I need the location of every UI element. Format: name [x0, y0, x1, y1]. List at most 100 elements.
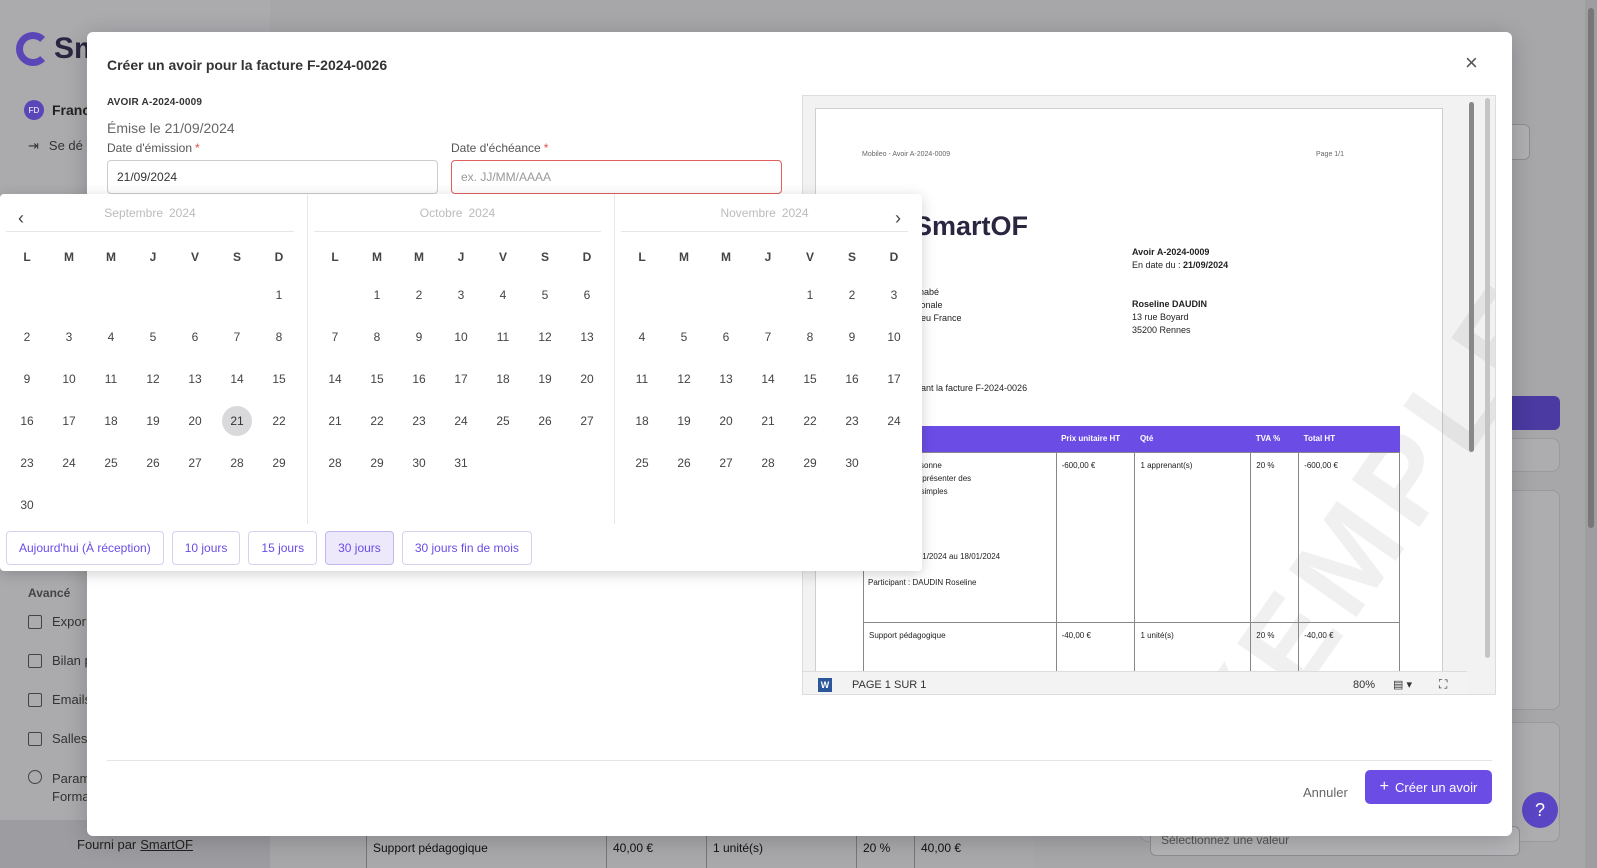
logout-link[interactable]: ⇥ Se dé	[28, 138, 83, 154]
calendar-day[interactable]: 27	[705, 442, 747, 484]
zoom-level[interactable]: 80%	[1353, 679, 1375, 691]
sidebar-item-salles[interactable]: Salles	[28, 731, 87, 746]
calendar-day[interactable]: 7	[747, 316, 789, 358]
calendar-day[interactable]: 29	[356, 442, 398, 484]
calendar-day[interactable]: 7	[216, 316, 258, 358]
calendar-day[interactable]: 4	[90, 316, 132, 358]
calendar-day[interactable]: 22	[789, 400, 831, 442]
calendar-day[interactable]: 26	[524, 400, 566, 442]
calendar-day[interactable]: 31	[440, 442, 482, 484]
preset-button[interactable]: 15 jours	[248, 531, 318, 565]
calendar-day[interactable]: 7	[314, 316, 356, 358]
calendar-day[interactable]: 6	[174, 316, 216, 358]
calendar-day[interactable]: 10	[873, 316, 915, 358]
calendar-day[interactable]: 26	[663, 442, 705, 484]
calendar-day[interactable]: 26	[132, 442, 174, 484]
calendar-day[interactable]: 11	[621, 358, 663, 400]
calendar-day[interactable]: 3	[48, 316, 90, 358]
calendar-day[interactable]: 23	[831, 400, 873, 442]
calendar-day[interactable]: 17	[440, 358, 482, 400]
calendar-day[interactable]: 29	[789, 442, 831, 484]
calendar-day[interactable]: 28	[314, 442, 356, 484]
cancel-button[interactable]: Annuler	[1297, 776, 1354, 809]
calendar-day[interactable]: 16	[831, 358, 873, 400]
calendar-day[interactable]: 5	[132, 316, 174, 358]
sidebar-item-bilan[interactable]: Bilan p	[28, 653, 92, 668]
calendar-day[interactable]: 30	[6, 484, 48, 526]
calendar-day[interactable]: 14	[314, 358, 356, 400]
calendar-day[interactable]: 25	[90, 442, 132, 484]
calendar-day[interactable]: 10	[48, 358, 90, 400]
calendar-day[interactable]: 11	[90, 358, 132, 400]
calendar-day[interactable]: 23	[398, 400, 440, 442]
calendar-day[interactable]: 20	[174, 400, 216, 442]
calendar-day[interactable]: 22	[258, 400, 300, 442]
calendar-day[interactable]: 4	[621, 316, 663, 358]
calendar-day[interactable]: 21	[222, 406, 252, 436]
calendar-day[interactable]: 13	[174, 358, 216, 400]
calendar-day[interactable]: 28	[747, 442, 789, 484]
preset-button[interactable]: 30 jours fin de mois	[401, 531, 532, 565]
calendar-day[interactable]: 12	[524, 316, 566, 358]
calendar-day[interactable]: 22	[356, 400, 398, 442]
calendar-day[interactable]: 28	[216, 442, 258, 484]
calendar-day[interactable]: 12	[663, 358, 705, 400]
sidebar-item-params[interactable]: Param Forma	[28, 770, 90, 806]
calendar-day[interactable]: 15	[356, 358, 398, 400]
calendar-day[interactable]: 14	[216, 358, 258, 400]
sidebar-item-emails[interactable]: Emails	[28, 692, 91, 707]
calendar-day[interactable]: 11	[482, 316, 524, 358]
calendar-day[interactable]: 19	[663, 400, 705, 442]
calendar-day[interactable]: 8	[356, 316, 398, 358]
help-button[interactable]: ?	[1522, 792, 1558, 828]
calendar-day[interactable]: 10	[440, 316, 482, 358]
calendar-day[interactable]: 15	[258, 358, 300, 400]
calendar-day[interactable]: 2	[6, 316, 48, 358]
date-echeance-input[interactable]: ex. JJ/MM/AAAA	[451, 160, 782, 194]
calendar-day[interactable]: 18	[621, 400, 663, 442]
date-emission-input[interactable]: 21/09/2024	[107, 160, 438, 194]
calendar-day[interactable]: 5	[524, 274, 566, 316]
user-menu[interactable]: FD Franc	[24, 100, 90, 120]
scrollbar-thumb[interactable]	[1485, 98, 1490, 658]
calendar-day[interactable]: 21	[747, 400, 789, 442]
fit-screen-icon[interactable]: ⛶	[1439, 677, 1447, 692]
calendar-day[interactable]: 8	[258, 316, 300, 358]
calendar-day[interactable]: 19	[132, 400, 174, 442]
calendar-day[interactable]: 25	[621, 442, 663, 484]
calendar-day[interactable]: 6	[705, 316, 747, 358]
calendar-day[interactable]: 13	[566, 316, 608, 358]
preview-scrollbar[interactable]	[1467, 100, 1477, 660]
calendar-day[interactable]: 24	[440, 400, 482, 442]
calendar-day[interactable]: 3	[440, 274, 482, 316]
calendar-day[interactable]: 30	[398, 442, 440, 484]
calendar-day[interactable]: 8	[789, 316, 831, 358]
page-scrollbar[interactable]	[1585, 0, 1597, 868]
calendar-day[interactable]: 12	[132, 358, 174, 400]
calendar-day[interactable]: 14	[747, 358, 789, 400]
close-icon[interactable]: ×	[1465, 52, 1478, 74]
calendar-day[interactable]: 17	[48, 400, 90, 442]
calendar-day[interactable]: 27	[566, 400, 608, 442]
calendar-day[interactable]: 27	[174, 442, 216, 484]
calendar-day[interactable]: 4	[482, 274, 524, 316]
calendar-day[interactable]: 30	[831, 442, 873, 484]
preset-button[interactable]: 10 jours	[171, 531, 241, 565]
layout-icon[interactable]: ▤ ▾	[1393, 678, 1412, 691]
calendar-day[interactable]: 3	[873, 274, 915, 316]
calendar-day[interactable]: 2	[831, 274, 873, 316]
calendar-day[interactable]: 1	[258, 274, 300, 316]
calendar-day[interactable]: 2	[398, 274, 440, 316]
preview-outer-scrollbar[interactable]	[1483, 96, 1493, 694]
preset-button[interactable]: 30 jours	[325, 531, 394, 565]
calendar-day[interactable]: 24	[48, 442, 90, 484]
calendar-day[interactable]: 13	[705, 358, 747, 400]
calendar-day[interactable]: 15	[789, 358, 831, 400]
calendar-day[interactable]: 1	[356, 274, 398, 316]
calendar-day[interactable]: 16	[398, 358, 440, 400]
calendar-day[interactable]: 9	[398, 316, 440, 358]
calendar-day[interactable]: 21	[314, 400, 356, 442]
calendar-day[interactable]: 1	[789, 274, 831, 316]
calendar-day[interactable]: 5	[663, 316, 705, 358]
scrollbar-thumb[interactable]	[1469, 102, 1474, 452]
